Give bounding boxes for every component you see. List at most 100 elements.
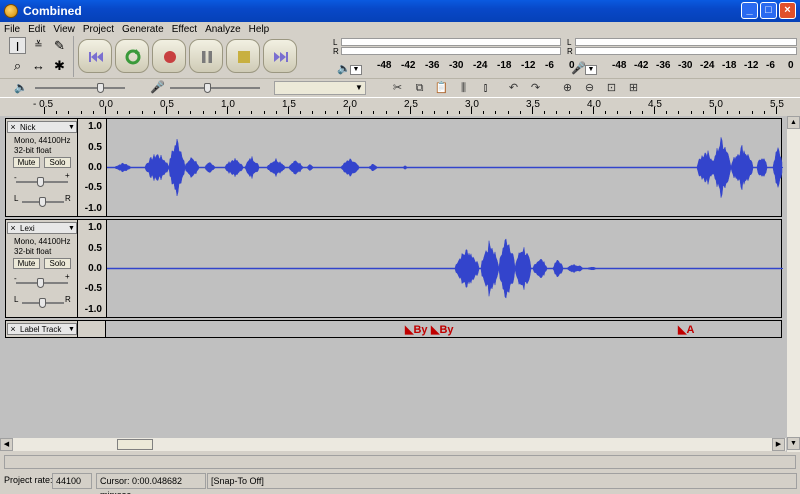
zoom-out-icon[interactable]: ⊖: [581, 80, 598, 96]
record-button[interactable]: [152, 39, 186, 73]
scale-label: -1.0: [84, 203, 102, 214]
timeshift-tool-icon[interactable]: ↔: [30, 57, 47, 74]
meter-tick: -30: [678, 60, 693, 71]
paste-icon[interactable]: 📋: [433, 80, 450, 96]
ruler-tick: [751, 111, 753, 114]
zoom-tool-icon[interactable]: ⌕: [9, 57, 26, 74]
label-marker[interactable]: ◣A: [678, 323, 694, 336]
scroll-down-icon[interactable]: ▼: [787, 437, 800, 450]
fit-selection-icon[interactable]: ⊡: [603, 80, 620, 96]
pan-right-label: R: [65, 295, 71, 304]
close-track-icon[interactable]: ×: [8, 223, 18, 233]
minimize-button[interactable]: _: [741, 2, 758, 19]
label-text[interactable]: By: [413, 324, 427, 336]
play-meter-left: [341, 38, 561, 46]
label-marker[interactable]: ◣By: [431, 323, 454, 336]
skip-to-start-button[interactable]: [78, 39, 112, 73]
ruler-tick: [166, 107, 167, 114]
menu-analyze[interactable]: Analyze: [201, 24, 245, 35]
selection-tool-icon[interactable]: I: [9, 37, 26, 54]
ruler-tick: [385, 111, 387, 114]
menu-file[interactable]: File: [0, 24, 24, 35]
waveform-nick[interactable]: [106, 119, 783, 216]
pause-icon: [202, 51, 212, 63]
play-button[interactable]: [115, 39, 149, 73]
menu-effect[interactable]: Effect: [168, 24, 201, 35]
play-meter-menu-chevron-down-icon[interactable]: ▼: [350, 65, 362, 75]
track-name-menu[interactable]: × Lexi ▼: [7, 222, 77, 234]
pause-button[interactable]: [189, 39, 223, 73]
output-volume-slider[interactable]: [35, 87, 125, 89]
input-source-select[interactable]: ▼: [274, 81, 366, 95]
ruler-tick: [92, 111, 94, 114]
meter-tick: -18: [497, 60, 512, 71]
scroll-right-icon[interactable]: ▶: [772, 438, 785, 451]
horizontal-scroll-thumb[interactable]: [117, 439, 153, 450]
undo-icon[interactable]: ↶: [505, 80, 522, 96]
label-text[interactable]: By: [439, 324, 453, 336]
silence-icon[interactable]: ⫾: [477, 80, 494, 96]
speaker-icon: 🔈: [337, 63, 351, 75]
menu-view[interactable]: View: [49, 24, 79, 35]
mute-button[interactable]: Mute: [13, 258, 40, 269]
ruler-tick: [605, 111, 607, 114]
label-marker[interactable]: ◣By: [405, 323, 428, 336]
project-rate-select[interactable]: 44100: [52, 473, 92, 489]
fit-project-icon[interactable]: ⊞: [625, 80, 642, 96]
ruler-tick: [56, 111, 58, 114]
ruler-tick: [361, 111, 363, 114]
redo-icon[interactable]: ↷: [527, 80, 544, 96]
maximize-button[interactable]: □: [760, 2, 777, 19]
ruler-tick: [263, 111, 265, 114]
label-text[interactable]: A: [686, 324, 694, 336]
mute-button[interactable]: Mute: [13, 157, 40, 168]
timeline-ruler[interactable]: - 0.5 0.0 0.5 1.0 1.5 2.0 2.5 3.0 3.5 4.…: [0, 97, 800, 116]
record-meter-menu-chevron-down-icon[interactable]: ▼: [585, 65, 597, 75]
ruler-tick: [617, 111, 619, 114]
input-volume-slider[interactable]: [170, 87, 260, 89]
horizontal-scrollbar[interactable]: ◀ ▶: [0, 438, 786, 451]
play-meter-left-label: L: [333, 38, 338, 47]
close-button[interactable]: ×: [779, 2, 796, 19]
envelope-tool-icon[interactable]: ≚: [30, 37, 47, 54]
draw-tool-icon[interactable]: ✎: [51, 37, 68, 54]
menu-generate[interactable]: Generate: [118, 24, 168, 35]
scroll-up-icon[interactable]: ▲: [787, 116, 800, 129]
ruler-tick: [202, 111, 204, 114]
copy-icon[interactable]: ⧉: [411, 80, 428, 96]
trim-icon[interactable]: ⫼: [455, 80, 472, 96]
menu-help[interactable]: Help: [245, 24, 274, 35]
skip-start-icon: [89, 52, 103, 62]
ruler-tick: [105, 107, 106, 114]
input-volume-thumb[interactable]: [204, 83, 211, 93]
ruler-tick: [117, 111, 119, 114]
zoom-in-icon[interactable]: ⊕: [559, 80, 576, 96]
menu-edit[interactable]: Edit: [24, 24, 49, 35]
skip-to-end-button[interactable]: [263, 39, 297, 73]
gain-slider-thumb[interactable]: [37, 177, 44, 187]
stop-button[interactable]: [226, 39, 260, 73]
close-track-icon[interactable]: ×: [8, 122, 18, 132]
ruler-tick: [373, 111, 375, 114]
ruler-tick: [629, 111, 631, 114]
close-track-icon[interactable]: ×: [8, 324, 18, 334]
cut-icon[interactable]: ✂: [389, 80, 406, 96]
output-volume-thumb[interactable]: [97, 83, 104, 93]
track-bit-depth-info: 32-bit float: [14, 146, 52, 155]
multi-tool-icon[interactable]: ✱: [51, 57, 68, 74]
pan-slider-thumb[interactable]: [39, 197, 46, 207]
solo-button[interactable]: Solo: [44, 258, 71, 269]
gain-slider-thumb[interactable]: [37, 278, 44, 288]
track-name-menu[interactable]: × Nick ▼: [7, 121, 77, 133]
meter-tick: -6: [766, 60, 775, 71]
vertical-scrollbar[interactable]: ▲ ▼: [786, 116, 800, 452]
solo-button[interactable]: Solo: [44, 157, 71, 168]
waveform-lexi[interactable]: [106, 220, 783, 317]
pan-left-label: L: [14, 194, 19, 203]
ruler-tick: [239, 111, 241, 114]
scroll-left-icon[interactable]: ◀: [0, 438, 13, 451]
menu-project[interactable]: Project: [79, 24, 118, 35]
track-name-menu[interactable]: × Label Track ▼: [7, 323, 77, 335]
pan-slider-thumb[interactable]: [39, 298, 46, 308]
track-bit-depth-info: 32-bit float: [14, 247, 52, 256]
